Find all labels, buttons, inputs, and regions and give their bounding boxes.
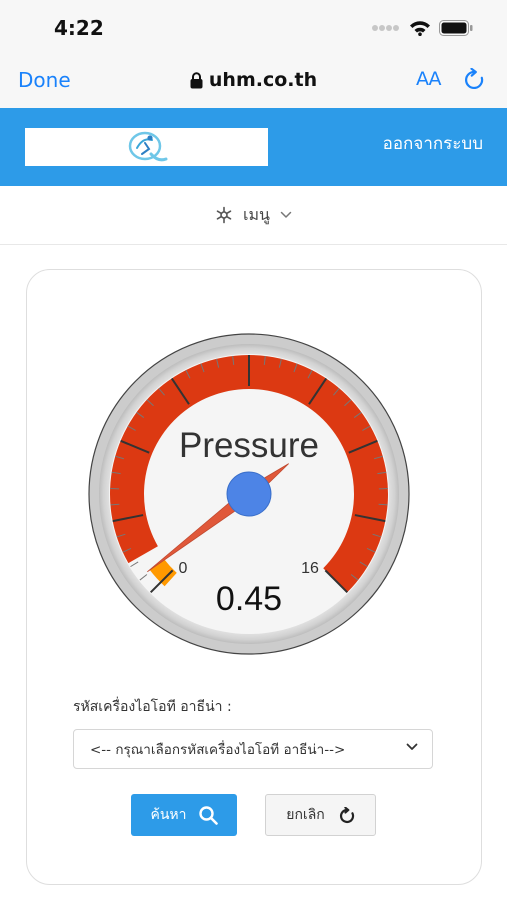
site-header: ออกจากระบบ: [0, 108, 507, 186]
gauge-minor-tick: [378, 503, 388, 506]
signal-dots-icon: [372, 25, 399, 31]
browser-toolbar: Done uhm.co.th AA: [0, 58, 507, 108]
wifi-icon: [410, 21, 430, 36]
refresh-icon: [339, 806, 354, 823]
q-logo-icon: [128, 131, 167, 162]
status-icons: [371, 20, 473, 36]
search-button[interactable]: ค้นหา: [131, 794, 237, 836]
url-text[interactable]: uhm.co.th: [209, 69, 317, 91]
device-code-select[interactable]: <-- กรุณาเลือกรหัสเครื่องไอโอที อาธีน่า-…: [73, 729, 433, 769]
gauge-max-label: 16: [301, 560, 319, 577]
reload-icon[interactable]: [464, 68, 486, 92]
menu-gear-icon: [216, 206, 232, 224]
menu-label: เมนู: [243, 204, 270, 224]
status-bar: 4:22: [0, 0, 507, 58]
lock-icon: [190, 71, 203, 88]
device-code-label: รหัสเครื่องไอโอที อาธีน่า :: [73, 699, 232, 715]
battery-icon: [439, 20, 473, 36]
gauge-minor-tick: [110, 503, 120, 506]
device-code-select-value: <-- กรุณาเลือกรหัสเครื่องไอโอที อาธีน่า-…: [90, 742, 346, 758]
gauge-min-label: 0: [179, 560, 188, 577]
search-button-label: ค้นหา: [150, 807, 187, 823]
gauge-title: Pressure: [179, 426, 319, 465]
menu-toggle[interactable]: เมนู: [0, 186, 507, 245]
search-icon: [198, 805, 218, 825]
site-logo[interactable]: [25, 128, 268, 166]
text-size-icon[interactable]: AA: [416, 68, 442, 90]
done-button[interactable]: Done: [18, 68, 71, 92]
gauge-value-label: 0.45: [216, 580, 282, 618]
cancel-button[interactable]: ยกเลิก: [265, 794, 376, 836]
pressure-gauge: Pressure 0 16 0.45: [88, 333, 410, 655]
status-time: 4:22: [54, 16, 104, 40]
chevron-down-icon: [280, 211, 292, 218]
gauge-hub: [226, 471, 272, 517]
chevron-down-icon: [406, 743, 418, 750]
cancel-button-label: ยกเลิก: [286, 807, 325, 823]
logout-link[interactable]: ออกจากระบบ: [383, 130, 483, 157]
